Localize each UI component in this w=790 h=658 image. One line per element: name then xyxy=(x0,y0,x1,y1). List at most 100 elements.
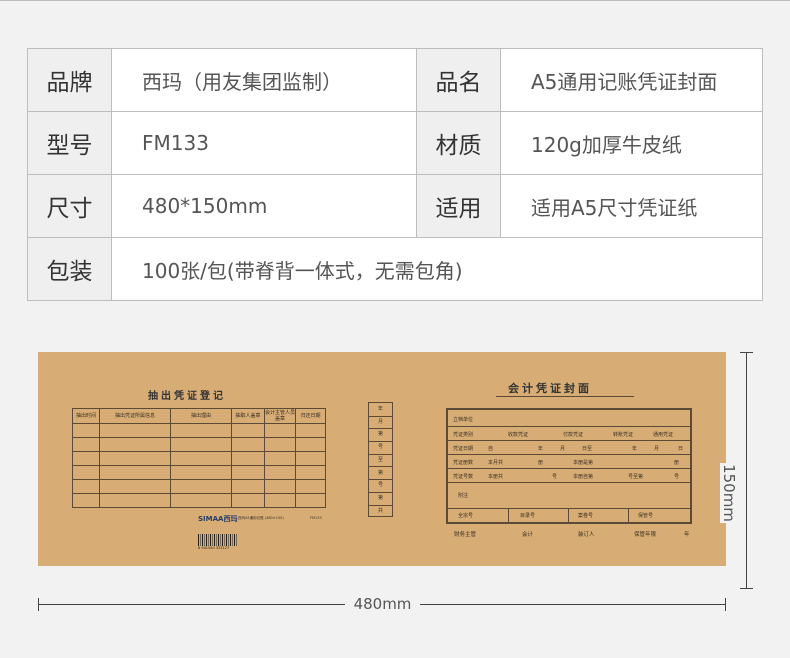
form-option: 转账凭证 xyxy=(613,432,634,438)
divider xyxy=(448,454,690,455)
divider xyxy=(568,508,569,522)
spine-cell: 第 xyxy=(369,428,392,443)
barcode-icon xyxy=(198,534,238,546)
divider xyxy=(448,468,690,469)
cover-title: 会计凭证封面 xyxy=(508,382,592,395)
spec-key: 型号 xyxy=(27,111,112,175)
form-text: 自 xyxy=(488,446,494,452)
spec-key: 适用 xyxy=(416,174,501,238)
form-text: 册 xyxy=(538,460,544,466)
divider xyxy=(73,451,325,452)
spec-value: FM133 xyxy=(111,111,417,175)
form-text: 本册是第 xyxy=(573,460,594,466)
form-text: 日 xyxy=(678,446,684,452)
form-text: 本月共 xyxy=(488,460,504,466)
col-header: 抽出时间 xyxy=(75,413,96,419)
col-header: 归还日期 xyxy=(300,413,321,419)
form-label: 全宗号 xyxy=(458,513,474,519)
form-label: 凭证册数 xyxy=(453,460,474,466)
height-label: 150mm xyxy=(720,463,738,523)
form-label: 案卷号 xyxy=(578,513,594,519)
divider xyxy=(448,482,690,483)
spec-value: 120g加厚牛皮纸 xyxy=(500,111,763,175)
spec-value: A5通用记账凭证封面 xyxy=(500,48,763,112)
product-line: 西玛A5通用记账 (480×150) xyxy=(238,516,284,520)
divider xyxy=(448,426,690,427)
spec-value: 100张/包(带脊背一体式，无需包角) xyxy=(111,237,763,301)
divider xyxy=(448,440,690,441)
footer-label: 财务主管 xyxy=(454,532,477,538)
divider xyxy=(73,437,325,438)
height-dimension-line xyxy=(746,352,747,589)
col-header: 会计主管人员盖章 xyxy=(265,410,296,422)
form-label: 附注 xyxy=(458,493,469,499)
form-label: 凭证号数 xyxy=(453,474,474,480)
form-text: 年 xyxy=(632,446,638,452)
dimension-tick xyxy=(740,352,753,353)
spine-cell: 至 xyxy=(369,454,392,468)
divider xyxy=(73,479,325,480)
form-text: 号 xyxy=(552,474,558,480)
spec-key: 品牌 xyxy=(27,48,112,112)
spine-panel: 年 月 第 号 至 第 号 第 共 xyxy=(368,402,393,517)
spine-cell: 第 xyxy=(369,467,392,481)
spec-key: 品名 xyxy=(416,48,501,112)
spec-key: 尺寸 xyxy=(27,174,112,238)
spec-value: 西玛（用友集团监制） xyxy=(111,48,417,112)
form-text: 年 xyxy=(538,446,544,452)
form-text: 日至 xyxy=(582,446,593,452)
table-row: 型号 FM133 材质 120g加厚牛皮纸 xyxy=(27,111,763,175)
spine-cell: 号 xyxy=(369,441,392,455)
form-text: 本册共 xyxy=(488,474,504,480)
spine-cell: 月 xyxy=(369,416,392,430)
col-header: 抽出凭证所属信息 xyxy=(114,413,155,419)
form-option: 通用凭证 xyxy=(653,432,674,438)
form-text: 本册自第 xyxy=(573,474,594,480)
spine-cell: 共 xyxy=(377,507,383,514)
spec-value: 适用A5尺寸凭证纸 xyxy=(500,174,763,238)
divider xyxy=(73,465,325,466)
brand-logo: SIMAA西玛 xyxy=(198,515,238,523)
footer-label: 年 xyxy=(684,532,690,538)
table-row: 尺寸 480*150mm 适用 适用A5尺寸凭证纸 xyxy=(27,174,763,238)
spec-table: 品牌 西玛（用友集团监制） 品名 A5通用记账凭证封面 型号 FM133 材质 … xyxy=(27,48,763,301)
form-label: 立档单位 xyxy=(453,417,474,423)
barcode-label: SIMAA西玛 西玛A5通用记账 (480×150) FM133 6 94154… xyxy=(198,514,328,552)
title-underline xyxy=(496,396,634,397)
form-text: 月 xyxy=(654,446,660,452)
col-header: 抽取人盖章 xyxy=(235,413,261,419)
divider xyxy=(448,508,690,509)
col-header: 抽出理由 xyxy=(190,413,211,419)
dimension-tick xyxy=(38,598,39,611)
footer-label: 装订人 xyxy=(578,532,595,538)
divider xyxy=(73,423,325,424)
form-option: 付款凭证 xyxy=(563,432,584,438)
form-text: 号至第 xyxy=(628,474,644,480)
spine-cell: 年 xyxy=(369,403,392,417)
spine-cell: 号 xyxy=(369,479,392,493)
voucher-form: 立档单位 凭证类别 收款凭证 付款凭证 转账凭证 通用凭证 凭证日期 自 年 月… xyxy=(446,408,692,524)
dimension-tick xyxy=(740,588,753,589)
form-option: 收款凭证 xyxy=(508,432,529,438)
form-text: 号 xyxy=(674,474,680,480)
form-text: 册 xyxy=(674,460,680,466)
form-text: 月 xyxy=(560,446,566,452)
spec-value: 480*150mm xyxy=(111,174,417,238)
spec-key: 包装 xyxy=(27,237,112,301)
form-label: 目录号 xyxy=(520,513,536,519)
product-line: FM133 xyxy=(310,516,322,520)
footer-label: 会计 xyxy=(522,532,534,538)
table-row: 包装 100张/包(带脊背一体式，无需包角) xyxy=(27,237,763,301)
spec-key: 材质 xyxy=(416,111,501,175)
spine-cell: 第 xyxy=(369,492,392,506)
top-divider xyxy=(0,0,790,1)
width-label: 480mm xyxy=(345,595,420,613)
voucher-cover-image: 抽出凭证登记 抽出时间 抽出凭证所属信息 抽出理由 抽取人盖章 会计主管人员盖章… xyxy=(38,352,726,566)
form-label: 保管号 xyxy=(638,513,654,519)
form-label: 凭证类别 xyxy=(453,432,474,438)
divider xyxy=(628,508,629,522)
table-row: 品牌 西玛（用友集团监制） 品名 A5通用记账凭证封面 xyxy=(27,48,763,112)
barcode-number: 6 941540 333127 xyxy=(198,546,230,550)
left-panel-title: 抽出凭证登记 xyxy=(148,391,226,402)
divider xyxy=(508,508,509,522)
